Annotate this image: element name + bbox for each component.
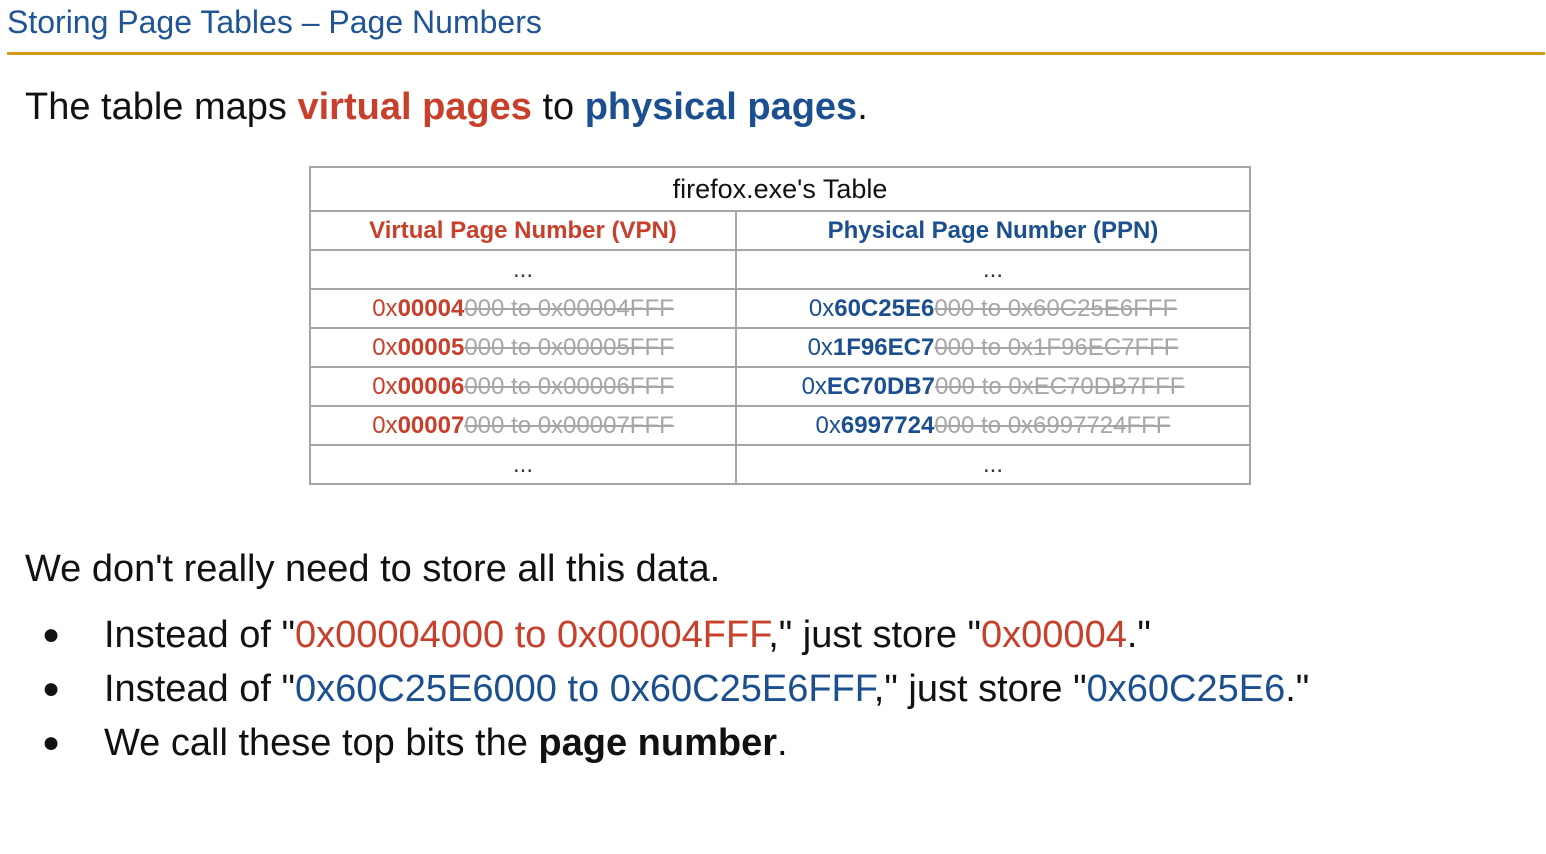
hex-prefix: 0x	[815, 411, 841, 439]
virtual-range: 0x00004000 to 0x00004FFF	[294, 614, 769, 656]
struck-offset-range: 000 to 0x60C25E6FFF	[934, 294, 1178, 322]
intro-text-mid: to	[531, 86, 585, 128]
bullet-text: Instead of "	[104, 614, 295, 656]
bullet-icon: ●	[42, 726, 61, 759]
struck-offset-range: 000 to 0x6997724FFF	[934, 411, 1171, 439]
vpn-value: 00006	[397, 372, 465, 400]
page-number-term: page number	[538, 722, 778, 764]
ppn-cell: 0xEC70DB7000 to 0xEC70DB7FFF	[735, 366, 1251, 407]
ppn-column-header: Physical Page Number (PPN)	[735, 210, 1251, 251]
list-item: ● Instead of "0x00004000 to 0x00004FFF," …	[0, 612, 1309, 666]
vpn-column-header: Virtual Page Number (VPN)	[309, 210, 737, 251]
hex-prefix: 0x	[372, 372, 398, 400]
struck-offset-range: 000 to 0xEC70DB7FFF	[934, 372, 1185, 400]
bullet-icon: ●	[42, 672, 61, 705]
table-row: 0x00004000 to 0x00004FFF 0x60C25E6000 to…	[309, 288, 1251, 329]
ppn-value: 1F96EC7	[832, 333, 935, 361]
struck-offset-range: 000 to 0x00006FFF	[464, 372, 674, 400]
bullet-text: Instead of "	[104, 668, 295, 710]
list-item: ● Instead of "0x60C25E6000 to 0x60C25E6FF…	[0, 666, 1309, 720]
struck-offset-range: 000 to 0x1F96EC7FFF	[934, 333, 1179, 361]
intro-sentence: The table maps virtual pages to physical…	[25, 84, 868, 130]
table-row-ellipsis-top: ... ...	[309, 249, 1251, 290]
vpn-cell: 0x00006000 to 0x00006FFF	[309, 366, 737, 407]
physical-range: 0x60C25E6000 to 0x60C25E6FFF	[294, 668, 874, 710]
bullet-list: ● Instead of "0x00004000 to 0x00004FFF," …	[0, 612, 1309, 774]
vpn-cell: 0x00005000 to 0x00005FFF	[309, 327, 737, 368]
ellipsis-cell: ...	[735, 249, 1251, 290]
physical-page-number: 0x60C25E6	[1086, 668, 1286, 710]
bullet-icon: ●	[42, 618, 61, 651]
ellipsis-cell: ...	[309, 444, 737, 485]
struck-offset-range: 000 to 0x00004FFF	[464, 294, 674, 322]
struck-offset-range: 000 to 0x00005FFF	[464, 333, 674, 361]
bullet-text: ."	[1285, 668, 1310, 710]
page-table: firefox.exe's Table Virtual Page Number …	[309, 166, 1251, 485]
bullet-text: ."	[1126, 614, 1151, 656]
table-row: 0x00007000 to 0x00007FFF 0x6997724000 to…	[309, 405, 1251, 446]
intro-text-post: .	[857, 86, 868, 128]
ppn-value: 60C25E6	[834, 294, 935, 322]
physical-pages-term: physical pages	[584, 86, 858, 128]
table-caption: firefox.exe's Table	[309, 166, 1251, 212]
table-row: 0x00005000 to 0x00005FFF 0x1F96EC7000 to…	[309, 327, 1251, 368]
ellipsis-cell: ...	[309, 249, 737, 290]
bullet-text: .	[777, 722, 788, 764]
table-row-ellipsis-bottom: ... ...	[309, 444, 1251, 485]
ppn-value: 6997724	[840, 411, 935, 439]
hex-prefix: 0x	[372, 333, 398, 361]
bullet-text: ," just store "	[873, 668, 1087, 710]
ppn-cell: 0x1F96EC7000 to 0x1F96EC7FFF	[735, 327, 1251, 368]
bullet-text: ," just store "	[768, 614, 982, 656]
ppn-value: EC70DB7	[826, 372, 935, 400]
hex-prefix: 0x	[808, 294, 835, 322]
ppn-cell: 0x60C25E6000 to 0x60C25E6FFF	[735, 288, 1251, 329]
title-divider	[7, 52, 1545, 55]
vpn-cell: 0x00004000 to 0x00004FFF	[309, 288, 737, 329]
vpn-value: 00005	[397, 333, 465, 361]
virtual-page-number: 0x00004	[981, 614, 1127, 656]
table-row: 0x00006000 to 0x00006FFF 0xEC70DB7000 to…	[309, 366, 1251, 407]
ppn-cell: 0x6997724000 to 0x6997724FFF	[735, 405, 1251, 446]
vpn-value: 00004	[397, 294, 465, 322]
bullet-text: We call these top bits the	[104, 722, 539, 764]
hex-prefix: 0x	[372, 294, 398, 322]
list-item: ● We call these top bits the page number.	[0, 720, 1309, 774]
slide-title: Storing Page Tables – Page Numbers	[7, 4, 542, 40]
hex-prefix: 0x	[807, 333, 833, 361]
hex-prefix: 0x	[372, 411, 398, 439]
intro-text-pre: The table maps	[25, 86, 298, 128]
struck-offset-range: 000 to 0x00007FFF	[464, 411, 674, 439]
ellipsis-cell: ...	[735, 444, 1251, 485]
vpn-cell: 0x00007000 to 0x00007FFF	[309, 405, 737, 446]
virtual-pages-term: virtual pages	[297, 86, 532, 128]
summary-paragraph: We don't really need to store all this d…	[25, 548, 721, 590]
vpn-value: 00007	[397, 411, 465, 439]
hex-prefix: 0x	[801, 372, 827, 400]
